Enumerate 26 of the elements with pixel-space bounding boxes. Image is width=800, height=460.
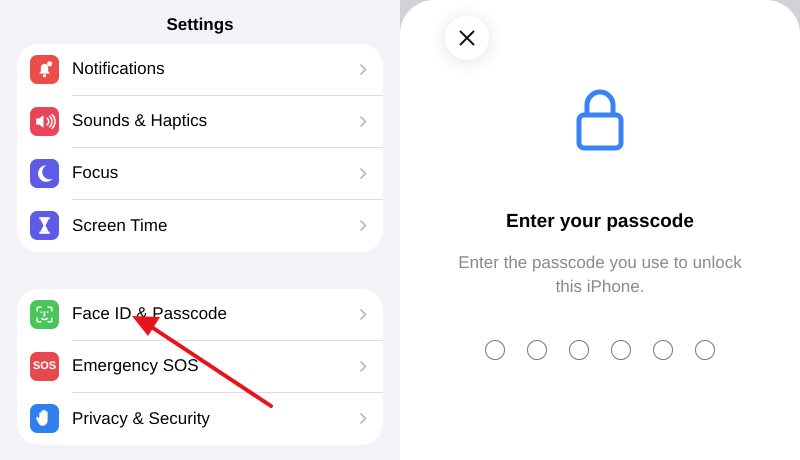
chevron-icon (359, 412, 367, 425)
sheet-message: Enter the passcode you use to unlock this iPhone. (457, 252, 743, 298)
settings-row[interactable]: SOS Emergency SOS (17, 340, 383, 392)
chevron-icon (359, 166, 367, 180)
chevron-icon (359, 62, 367, 76)
settings-row[interactable]: Notifications (17, 44, 383, 96)
lock-icon (576, 87, 624, 151)
row-label: Privacy & Security (72, 408, 211, 430)
chevron-icon (359, 114, 367, 128)
sos-icon: SOS (30, 352, 59, 381)
row-label: Sounds & Haptics (72, 110, 208, 132)
chevron-icon (359, 308, 367, 320)
close-button[interactable] (445, 16, 489, 60)
row-label: Emergency SOS (72, 355, 200, 378)
row-label: Screen Time (72, 214, 168, 237)
chevron-icon (359, 219, 367, 232)
row-label: Focus (72, 162, 120, 184)
settings-row[interactable]: Privacy & Security (17, 392, 383, 444)
screen-title: Settings (165, 14, 235, 36)
close-icon (458, 29, 476, 47)
settings-row[interactable]: Focus (17, 148, 383, 200)
settings-row[interactable]: Screen Time (17, 200, 383, 252)
row-label: Notifications (72, 58, 166, 80)
settings-row[interactable]: Sounds & Haptics (17, 96, 383, 148)
chevron-icon (359, 360, 367, 372)
sheet-title: Enter your passcode (506, 210, 694, 234)
